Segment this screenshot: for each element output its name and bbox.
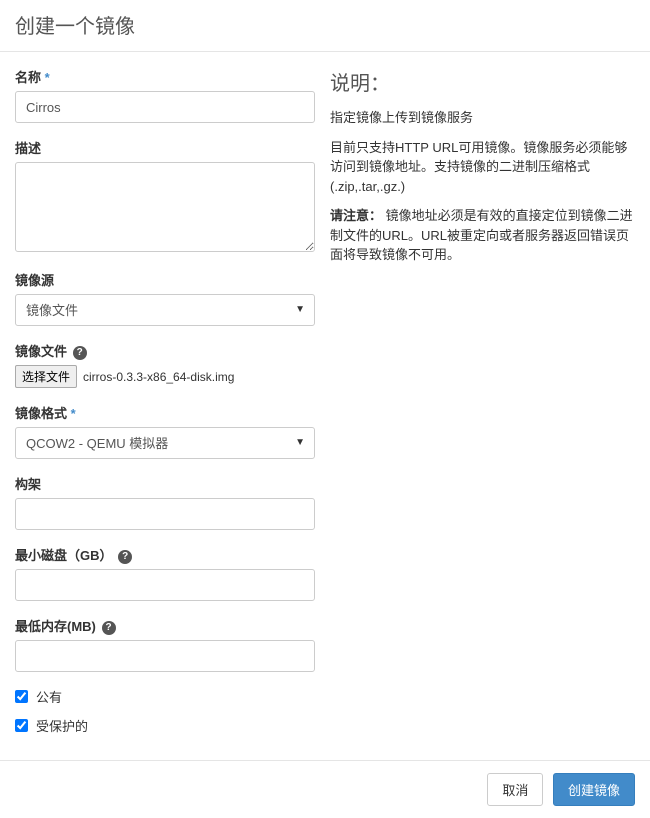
min-ram-label-text: 最低内存(MB) (15, 619, 96, 634)
name-input[interactable] (15, 91, 315, 123)
min-disk-input[interactable] (15, 569, 315, 601)
selected-filename: cirros-0.3.3-x86_64-disk.img (83, 370, 234, 384)
description-label: 描述 (15, 138, 315, 157)
source-select[interactable]: 镜像文件 (15, 294, 315, 326)
field-public: 公有 (15, 687, 315, 706)
modal-body: 名称 * 描述 镜像源 镜像文件 镜像文件 ? 选择文件 ci (0, 52, 650, 760)
question-icon: ? (118, 550, 132, 564)
help-paragraph-3: 请注意： 镜像地址必须是有效的直接定位到镜像二进制文件的URL。URL被重定向或… (330, 206, 635, 265)
source-label: 镜像源 (15, 270, 315, 289)
field-description: 描述 (15, 138, 315, 255)
required-asterisk: * (45, 70, 50, 85)
field-format: 镜像格式 * QCOW2 - QEMU 模拟器 (15, 403, 315, 459)
modal-header: 创建一个镜像 (0, 0, 650, 52)
description-textarea[interactable] (15, 162, 315, 252)
architecture-input[interactable] (15, 498, 315, 530)
cancel-button[interactable]: 取消 (487, 773, 543, 806)
file-label: 镜像文件 ? (15, 341, 315, 360)
format-label: 镜像格式 * (15, 403, 315, 422)
min-disk-label-text: 最小磁盘（GB） (15, 548, 113, 563)
question-icon: ? (73, 346, 87, 360)
public-checkbox[interactable] (15, 690, 28, 703)
architecture-label: 构架 (15, 474, 315, 493)
field-name: 名称 * (15, 67, 315, 123)
format-select[interactable]: QCOW2 - QEMU 模拟器 (15, 427, 315, 459)
field-protected: 受保护的 (15, 716, 315, 735)
field-min-ram: 最低内存(MB) ? (15, 616, 315, 672)
field-min-disk: 最小磁盘（GB） ? (15, 545, 315, 601)
protected-checkbox[interactable] (15, 719, 28, 732)
help-column: 说明： 指定镜像上传到镜像服务 目前只支持HTTP URL可用镜像。镜像服务必须… (315, 67, 635, 745)
name-label: 名称 * (15, 67, 315, 86)
field-architecture: 构架 (15, 474, 315, 530)
help-paragraph-1: 指定镜像上传到镜像服务 (330, 108, 635, 128)
modal-title: 创建一个镜像 (15, 10, 635, 39)
min-ram-label: 最低内存(MB) ? (15, 616, 315, 635)
min-disk-label: 最小磁盘（GB） ? (15, 545, 315, 564)
help-note-label: 请注意： (330, 208, 382, 223)
required-asterisk: * (71, 406, 76, 421)
form-column: 名称 * 描述 镜像源 镜像文件 镜像文件 ? 选择文件 ci (15, 67, 315, 745)
help-paragraph-2: 目前只支持HTTP URL可用镜像。镜像服务必须能够访问到镜像地址。支持镜像的二… (330, 138, 635, 197)
help-title: 说明： (330, 67, 635, 96)
field-source: 镜像源 镜像文件 (15, 270, 315, 326)
submit-button[interactable]: 创建镜像 (553, 773, 635, 806)
field-file: 镜像文件 ? 选择文件 cirros-0.3.3-x86_64-disk.img (15, 341, 315, 388)
protected-label: 受保护的 (36, 716, 88, 735)
choose-file-button[interactable]: 选择文件 (15, 365, 77, 388)
min-ram-input[interactable] (15, 640, 315, 672)
name-label-text: 名称 (15, 70, 41, 85)
public-label: 公有 (36, 687, 62, 706)
question-icon: ? (102, 621, 116, 635)
modal-footer: 取消 创建镜像 (0, 760, 650, 818)
format-label-text: 镜像格式 (15, 406, 67, 421)
file-label-text: 镜像文件 (15, 344, 67, 359)
